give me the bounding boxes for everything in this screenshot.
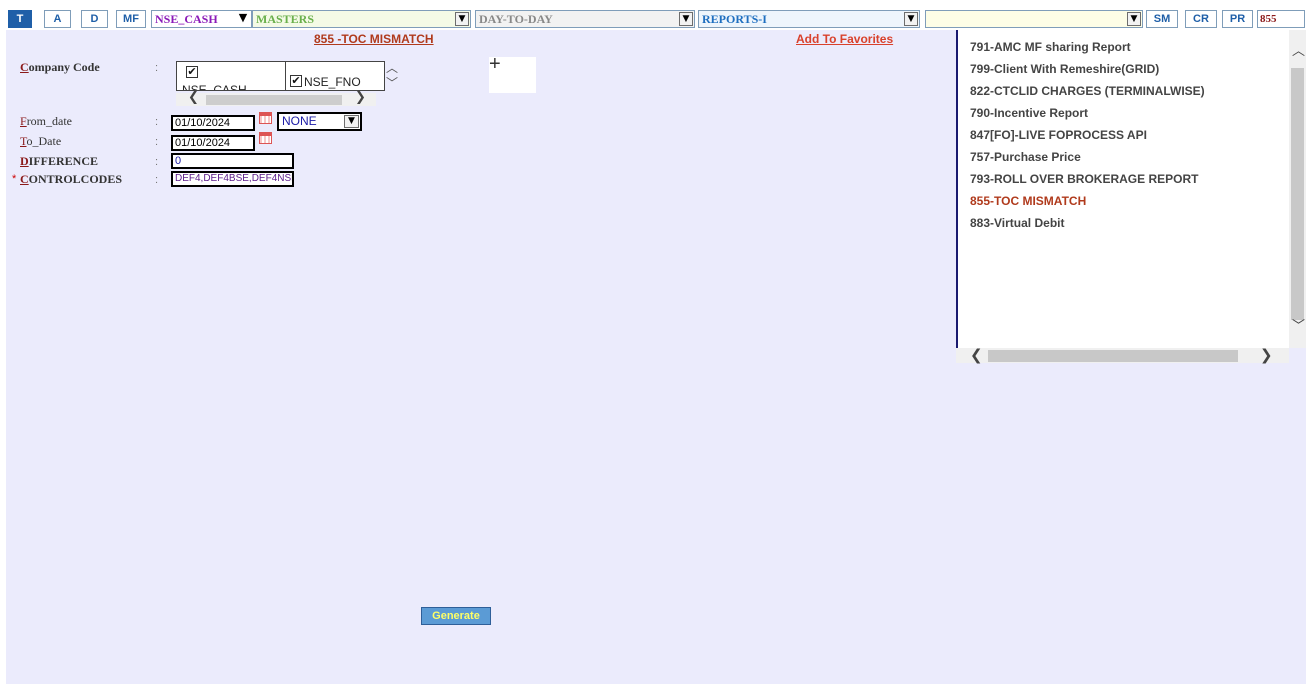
report-list-item[interactable]: 757-Purchase Price xyxy=(970,150,1081,164)
generate-button[interactable]: Generate xyxy=(421,607,491,625)
company-option-nse-fno[interactable]: ✔ NSE_FNO xyxy=(285,61,385,91)
difference-label-text: IFFERENCE xyxy=(28,154,99,168)
company-option-nse-cash[interactable]: ✔ NSE_CASH xyxy=(176,61,286,91)
company-code-label-text: ompany Code xyxy=(28,60,100,74)
report-list-item[interactable]: 793-ROLL OVER BROKERAGE REPORT xyxy=(970,172,1198,186)
report-list-item[interactable]: 799-Client With Remeshire(GRID) xyxy=(970,62,1159,76)
add-to-favorites-link[interactable]: Add To Favorites xyxy=(796,32,893,46)
period-select[interactable]: NONE ▼ xyxy=(277,112,362,131)
module-select[interactable]: MASTERS ▼ xyxy=(252,10,471,28)
report-list-item[interactable]: 790-Incentive Report xyxy=(970,106,1088,120)
controlcodes-input[interactable]: DEF4,DEF4BSE,DEF4NSE xyxy=(171,171,294,187)
colon: : xyxy=(155,116,159,128)
reports-select[interactable]: REPORTS-I ▼ xyxy=(698,10,920,28)
chevron-down-icon[interactable]: ▼ xyxy=(679,12,693,26)
plus-icon[interactable]: + xyxy=(489,53,501,76)
report-list-horizontal-scrollbar[interactable]: ❮ ❯ xyxy=(956,346,1289,364)
from-date-label-access-key: F xyxy=(20,114,27,128)
chevron-down-icon[interactable]: ﹀ xyxy=(386,74,398,91)
company-code-label-access-key: C xyxy=(20,60,29,74)
scrollbar-thumb[interactable] xyxy=(1291,68,1304,320)
report-list-item[interactable]: 822-CTCLID CHARGES (TERMINALWISE) xyxy=(970,84,1205,98)
module-select-value: MASTERS xyxy=(256,11,315,26)
chevron-right-icon[interactable]: ❯ xyxy=(1260,346,1273,364)
report-code-input[interactable]: 855 xyxy=(1257,10,1305,28)
reports-select-value: REPORTS-I xyxy=(702,11,767,26)
difference-input[interactable]: 0 xyxy=(171,153,294,169)
chevron-down-icon[interactable]: ▼ xyxy=(344,115,359,128)
d-button[interactable]: D xyxy=(81,10,108,28)
page-title: 855 -TOC MISMATCH xyxy=(314,32,434,46)
scrollbar-thumb[interactable] xyxy=(206,95,342,105)
colon: : xyxy=(155,62,159,74)
difference-label: DIFFERENCE xyxy=(20,154,98,169)
colon: : xyxy=(155,156,159,168)
from-date-label-text: rom_date xyxy=(26,114,73,128)
chevron-down-icon[interactable]: ▼ xyxy=(236,12,250,26)
chevron-down-icon[interactable]: ▼ xyxy=(1127,12,1141,26)
sm-button[interactable]: SM xyxy=(1146,10,1178,28)
t-button[interactable]: T xyxy=(8,10,32,28)
pr-button[interactable]: PR xyxy=(1222,10,1253,28)
cr-button[interactable]: CR xyxy=(1185,10,1217,28)
chevron-left-icon[interactable]: ❮ xyxy=(970,346,983,364)
mf-button[interactable]: MF xyxy=(116,10,146,28)
report-list-item[interactable]: 847[FO]-LIVE FOPROCESS API xyxy=(970,128,1147,142)
from-date-input[interactable]: 01/10/2024 xyxy=(171,115,255,131)
checkbox-checked-icon[interactable]: ✔ xyxy=(290,75,302,87)
difference-label-access-key: D xyxy=(20,154,29,168)
a-button[interactable]: A xyxy=(44,10,71,28)
to-date-label-text: o_Date xyxy=(26,134,62,148)
company-code-scrollbar[interactable]: ❮ ❯ xyxy=(176,90,376,106)
section-select-value: DAY-TO-DAY xyxy=(479,11,553,26)
report-list-vertical-scrollbar[interactable]: ︿ ﹀ xyxy=(1289,30,1306,348)
controlcodes-label-access-key: C xyxy=(20,172,29,186)
checkbox-checked-icon[interactable]: ✔ xyxy=(186,66,198,78)
report-list-item[interactable]: 791-AMC MF sharing Report xyxy=(970,40,1131,54)
chevron-down-icon[interactable]: ▼ xyxy=(455,12,469,26)
report-list-item-current[interactable]: 855-TOC MISMATCH xyxy=(970,194,1086,208)
colon: : xyxy=(155,174,159,186)
to-date-input[interactable]: 01/10/2024 xyxy=(171,135,255,151)
add-company-area[interactable]: + xyxy=(489,53,536,93)
to-date-label: To_Date xyxy=(20,134,61,149)
section-select[interactable]: DAY-TO-DAY ▼ xyxy=(475,10,695,28)
controlcodes-label-text: ONTROLCODES xyxy=(28,172,123,186)
company-code-list: ✔ NSE_CASH ✔ NSE_FNO ︿ ﹀ ❮ ❯ xyxy=(170,57,400,109)
from-date-label: From_date xyxy=(20,114,72,129)
required-mark: * xyxy=(12,173,17,185)
chevron-up-icon[interactable]: ︿ xyxy=(1292,40,1305,59)
chevron-right-icon[interactable]: ❯ xyxy=(355,90,366,105)
top-toolbar: T A D MF NSE_CASH ▼ MASTERS ▼ DAY-TO-DAY… xyxy=(0,0,1306,30)
report-select[interactable]: ▼ xyxy=(925,10,1143,28)
calendar-icon[interactable] xyxy=(259,112,272,124)
period-select-value: NONE xyxy=(282,114,317,128)
report-list-item[interactable]: 883-Virtual Debit xyxy=(970,216,1064,230)
colon: : xyxy=(155,136,159,148)
chevron-left-icon[interactable]: ❮ xyxy=(188,90,199,105)
exchange-select[interactable]: NSE_CASH ▼ xyxy=(151,10,252,28)
company-code-label: Company Code xyxy=(20,60,100,75)
chevron-down-icon[interactable]: ﹀ xyxy=(1292,315,1305,334)
company-option-label: NSE_FNO xyxy=(304,75,361,89)
report-list: 791-AMC MF sharing Report 799-Client Wit… xyxy=(956,30,1294,348)
chevron-down-icon[interactable]: ▼ xyxy=(904,12,918,26)
exchange-select-value: NSE_CASH xyxy=(155,11,218,26)
controlcodes-label: CONTROLCODES xyxy=(20,172,122,187)
calendar-icon[interactable] xyxy=(259,132,272,144)
scrollbar-thumb[interactable] xyxy=(988,350,1238,362)
